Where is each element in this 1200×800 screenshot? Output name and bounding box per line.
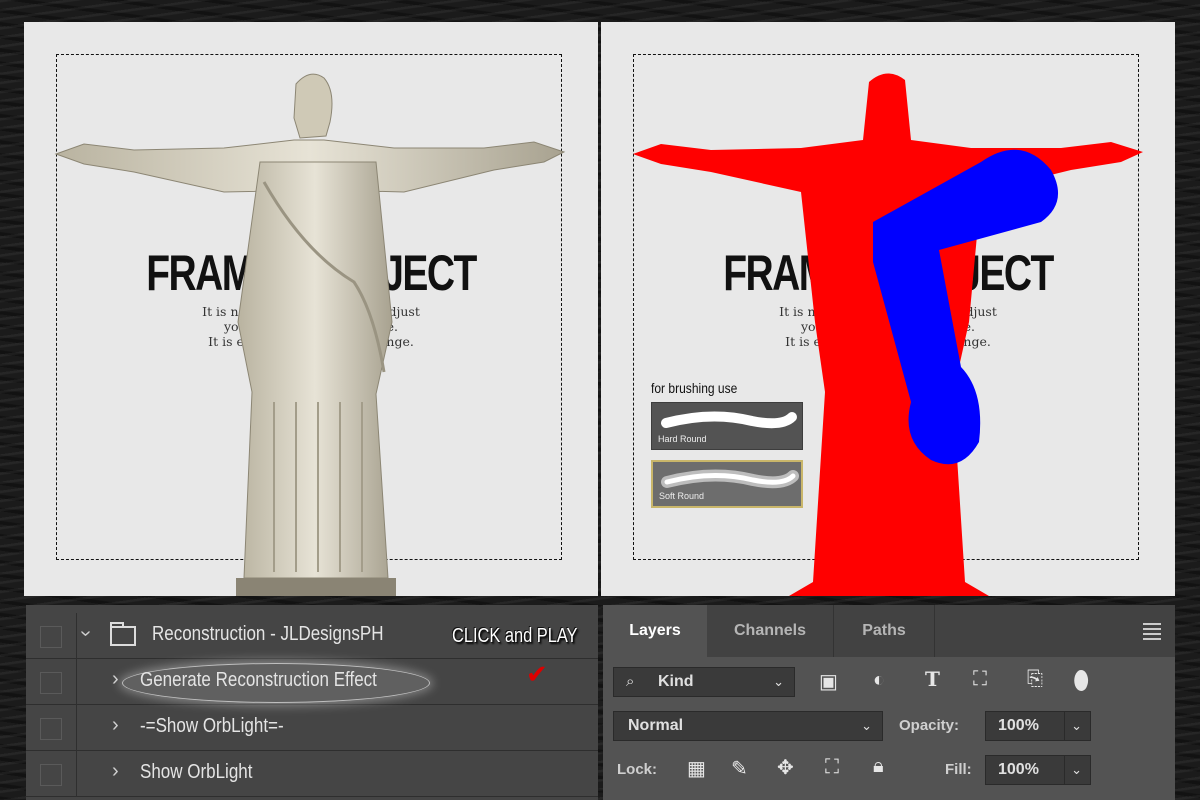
adjustment-filter-icon[interactable]: ◐ <box>873 669 885 692</box>
lock-move-icon[interactable]: ✥ <box>777 755 794 780</box>
action-row[interactable]: › -=Show OrbLight=- <box>26 705 598 751</box>
tab-layers[interactable]: Layers <box>603 605 707 657</box>
actions-panel: › Reconstruction - JLDesignsPH › Generat… <box>26 605 598 800</box>
layers-panel: Layers Channels Paths ⌕ Kind ⌄ ▣ ◐ T ⛶ ⎘… <box>603 605 1175 800</box>
tab-channels[interactable]: Channels <box>707 605 833 657</box>
action-label: Show OrbLight <box>140 761 253 783</box>
action-label: -=Show OrbLight=- <box>140 715 284 737</box>
fill-label: Fill: <box>945 761 972 778</box>
lock-artboard-icon[interactable]: ⛶ <box>825 756 839 779</box>
action-label: Generate Reconstruction Effect <box>140 669 377 691</box>
smart-object-filter-icon[interactable]: ⎘ <box>1027 668 1043 691</box>
column-divider <box>76 705 77 751</box>
blend-mode-select[interactable]: Normal ⌄ <box>613 711 883 741</box>
chevron-down-icon: ⌄ <box>861 718 872 733</box>
checkmark-icon: ✔ <box>526 659 548 689</box>
click-and-play-annotation: CLICK and PLAY <box>452 625 578 647</box>
action-folder-label: Reconstruction - JLDesignsPH <box>152 623 384 645</box>
brush-name: Hard Round <box>658 434 707 444</box>
chevron-right-icon[interactable]: › <box>112 760 119 783</box>
image-filter-icon[interactable]: ▣ <box>819 669 838 694</box>
action-row[interactable]: › Generate Reconstruction Effect <box>26 659 598 705</box>
opacity-input[interactable]: 100% ⌄ <box>985 711 1091 741</box>
search-icon: ⌕ <box>626 673 635 690</box>
lock-all-icon[interactable]: 🔒︎ <box>873 755 884 778</box>
type-filter-icon[interactable]: T <box>925 667 940 691</box>
toggle-checkbox[interactable] <box>40 672 62 694</box>
lock-label: Lock: <box>617 761 658 778</box>
chevron-right-icon[interactable]: › <box>112 714 119 737</box>
left-canvas: FRAMBJECT It is notadjust youe. It is en… <box>24 22 598 596</box>
toggle-checkbox[interactable] <box>40 626 62 648</box>
brush-hard-round[interactable]: Hard Round <box>651 402 803 450</box>
right-canvas: FRAMBJECT It is notadjust youe. It is en… <box>601 22 1175 596</box>
opacity-label: Opacity: <box>899 717 960 734</box>
folder-icon <box>110 622 136 646</box>
red-mask-silhouette <box>633 73 1143 596</box>
lock-brush-icon[interactable]: ✎ <box>731 756 748 781</box>
chevron-right-icon[interactable]: › <box>112 668 119 691</box>
filter-kind-select[interactable]: ⌕ Kind ⌄ <box>613 667 795 697</box>
chevron-down-icon[interactable]: › <box>74 630 97 637</box>
column-divider <box>76 659 77 705</box>
fill-value: 100% <box>998 761 1039 778</box>
action-row[interactable]: › Show OrbLight <box>26 751 598 797</box>
shape-filter-icon[interactable]: ⛶ <box>973 668 987 691</box>
toggle-checkbox[interactable] <box>40 764 62 786</box>
fill-input[interactable]: 100% ⌄ <box>985 755 1091 785</box>
brush-soft-round[interactable]: Soft Round <box>651 460 803 508</box>
column-divider <box>76 751 77 797</box>
filter-toggle-icon[interactable]: ⬮ <box>1073 665 1089 697</box>
filter-kind-value: Kind <box>658 673 694 690</box>
chevron-down-icon[interactable]: ⌄ <box>1064 712 1082 740</box>
brush-label: for brushing use <box>651 380 738 396</box>
blend-mode-value: Normal <box>628 717 684 734</box>
panel-tab-bar: Layers Channels Paths <box>603 605 1175 657</box>
opacity-value: 100% <box>998 717 1039 734</box>
toggle-checkbox[interactable] <box>40 718 62 740</box>
tab-paths[interactable]: Paths <box>833 605 935 657</box>
lock-pixels-icon[interactable]: ▦ <box>687 756 706 781</box>
christ-statue-image <box>54 73 566 596</box>
chevron-down-icon: ⌄ <box>773 674 784 689</box>
chevron-down-icon[interactable]: ⌄ <box>1064 756 1082 784</box>
panel-menu-icon[interactable] <box>1143 623 1161 643</box>
brush-name: Soft Round <box>659 491 705 501</box>
